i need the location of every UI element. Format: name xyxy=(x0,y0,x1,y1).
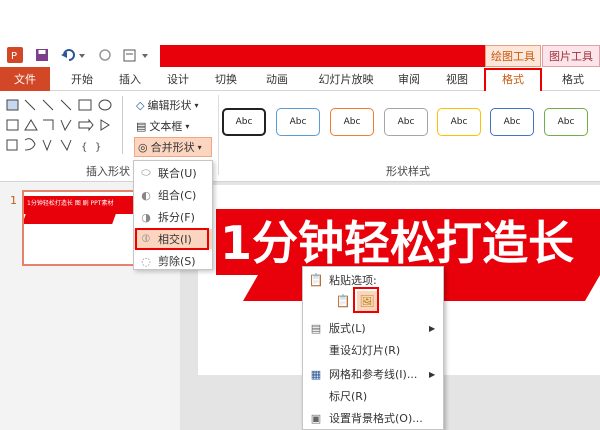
merge-shapes-label: 合并形状 xyxy=(150,141,195,154)
insert-shapes-group-label: 插入形状 xyxy=(86,165,130,178)
grid-icon: ▦ xyxy=(310,367,322,381)
subtract-icon: ◌ xyxy=(141,254,151,268)
undo-icon[interactable] xyxy=(58,44,88,66)
powerpoint-icon: P xyxy=(4,44,26,66)
title-banner xyxy=(160,45,485,67)
tab-format-picture[interactable]: 格式 xyxy=(546,67,600,91)
menu-item-label: 组合(C) xyxy=(158,189,197,202)
tab-insert[interactable]: 插入 xyxy=(108,67,152,91)
group-divider xyxy=(218,95,219,175)
chevron-down-icon: ▾ xyxy=(197,142,202,152)
tab-animations[interactable]: 动画 xyxy=(252,67,302,91)
text-box-label: 文本框 xyxy=(149,120,183,133)
menu-item-label: 标尺(R) xyxy=(329,390,368,403)
edit-shape-button[interactable]: ◇ 编辑形状 ▾ xyxy=(136,96,212,114)
shape-style-1[interactable]: Abc xyxy=(222,108,266,136)
chevron-down-icon: ▾ xyxy=(185,121,190,131)
chevron-down-icon: ▾ xyxy=(194,100,199,110)
thumbnail-title: 1分钟轻松打造长 图 剧 PPT素材 xyxy=(24,196,150,214)
edit-shape-icon: ◇ xyxy=(136,98,145,112)
text-box-icon: ▤ xyxy=(136,119,147,133)
tab-review[interactable]: 审阅 xyxy=(388,67,430,91)
intersect-highlight xyxy=(135,228,209,250)
menu-item-label: 版式(L) xyxy=(329,322,366,335)
redo-icon[interactable] xyxy=(96,44,114,66)
svg-text:P: P xyxy=(11,51,17,62)
svg-text:}: } xyxy=(95,142,101,153)
format-background-icon: ▣ xyxy=(310,411,322,425)
tab-view[interactable]: 视图 xyxy=(436,67,478,91)
svg-text:{: { xyxy=(81,142,87,153)
menu-item-label: 联合(U) xyxy=(158,167,197,180)
paste-as-picture-highlight xyxy=(353,287,379,313)
shape-style-3[interactable]: Abc xyxy=(330,108,374,136)
fragment-icon: ◑ xyxy=(141,210,151,224)
union-icon: ⬭ xyxy=(141,166,151,179)
customize-icon[interactable] xyxy=(120,44,154,66)
save-icon[interactable] xyxy=(32,44,52,66)
clipboard-icon: 📋 xyxy=(308,273,324,287)
shape-gallery[interactable]: {} xyxy=(5,96,123,154)
tab-home[interactable]: 开始 xyxy=(60,67,104,91)
layout-icon: ▤ xyxy=(310,321,322,335)
shape-style-4[interactable]: Abc xyxy=(384,108,428,136)
text-box-button[interactable]: ▤ 文本框 ▾ xyxy=(136,117,212,135)
tab-transitions[interactable]: 切换 xyxy=(204,67,248,91)
merge-shapes-button[interactable]: ◎ 合并形状 ▾ xyxy=(134,137,212,157)
edit-shape-label: 编辑形状 xyxy=(147,99,192,112)
menu-item-label: 网格和参考线(I)... xyxy=(329,368,418,381)
menu-item-label: 剪除(S) xyxy=(158,255,196,268)
tab-design[interactable]: 设计 xyxy=(156,67,200,91)
slide-number: 1 xyxy=(10,194,17,207)
menu-item-combine[interactable]: ◐ 组合(C) xyxy=(134,185,212,205)
menu-item-reset-slide[interactable]: 重设幻灯片(R) xyxy=(303,339,443,361)
shape-style-6[interactable]: Abc xyxy=(490,108,534,136)
menu-item-subtract[interactable]: ◌ 剪除(S) xyxy=(134,251,212,271)
slide-headline: 1分钟轻松打造长 xyxy=(220,216,575,270)
picture-tools-label: 图片工具 xyxy=(542,45,600,67)
menu-item-label: 设置背景格式(O)... xyxy=(329,412,423,425)
shape-style-5[interactable]: Abc xyxy=(437,108,481,136)
tab-file[interactable]: 文件 xyxy=(0,67,50,91)
paste-options-label: 粘贴选项: xyxy=(329,274,377,287)
menu-item-label: 重设幻灯片(R) xyxy=(329,344,401,357)
tab-slideshow[interactable]: 幻灯片放映 xyxy=(308,67,384,91)
merge-shapes-menu: ⬭ 联合(U) ◐ 组合(C) ◑ 拆分(F) ⦶ 相交(I) ◌ 剪除(S) xyxy=(133,160,213,270)
menu-item-grid-guides[interactable]: ▦ 网格和参考线(I)... ▶ xyxy=(303,363,443,385)
menu-item-format-background[interactable]: ▣ 设置背景格式(O)... xyxy=(303,407,443,429)
submenu-arrow-icon: ▶ xyxy=(429,323,436,333)
thumbnail-red-shape xyxy=(24,214,116,224)
gallery-scroll[interactable] xyxy=(122,96,130,154)
drawing-tools-label: 绘图工具 xyxy=(485,45,541,67)
menu-item-union[interactable]: ⬭ 联合(U) xyxy=(134,163,212,183)
shape-style-7[interactable]: Abc xyxy=(544,108,588,136)
menu-item-label: 拆分(F) xyxy=(158,211,195,224)
menu-item-ruler[interactable]: 标尺(R) xyxy=(303,385,443,407)
shape-styles-group-label: 形状样式 xyxy=(386,165,430,178)
shape-style-2[interactable]: Abc xyxy=(276,108,320,136)
combine-icon: ◐ xyxy=(141,188,151,202)
menu-item-layout[interactable]: ▤ 版式(L) ▶ xyxy=(303,317,443,339)
submenu-arrow-icon: ▶ xyxy=(429,369,436,379)
merge-shapes-icon: ◎ xyxy=(138,140,148,154)
paste-keep-source-icon[interactable]: 📋 xyxy=(333,291,353,311)
menu-item-fragment[interactable]: ◑ 拆分(F) xyxy=(134,207,212,227)
